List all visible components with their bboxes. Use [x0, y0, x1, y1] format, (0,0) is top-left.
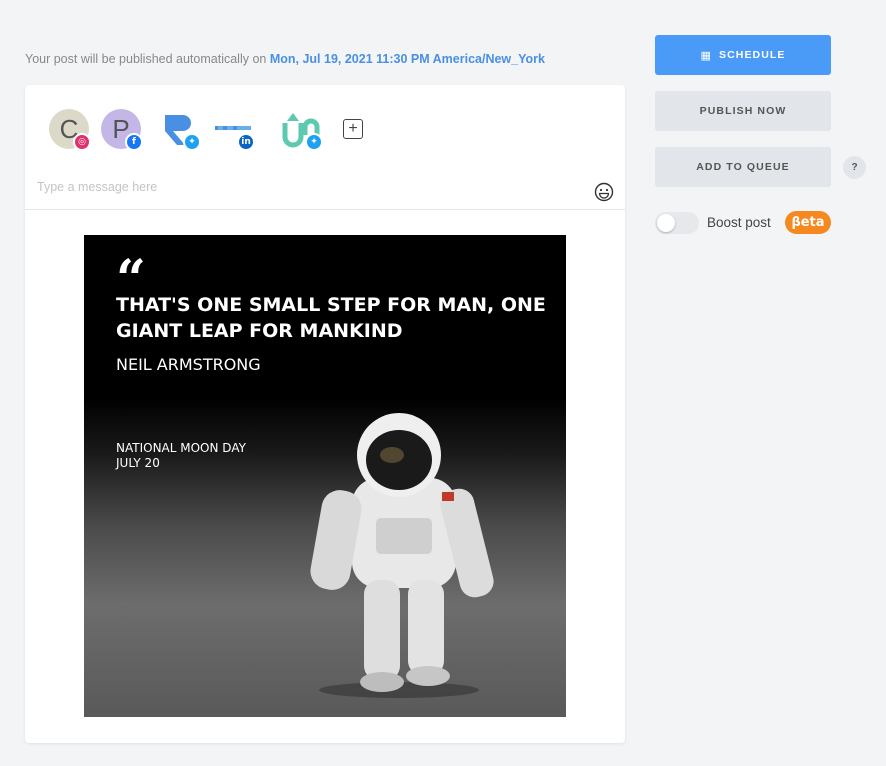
account-avatar-4[interactable]: in: [213, 109, 255, 151]
boost-toggle[interactable]: [655, 212, 699, 234]
calendar-icon: ▦: [700, 48, 712, 62]
account-avatar-3[interactable]: ✦: [159, 109, 201, 151]
publish-now-button[interactable]: PUBLISH NOW: [655, 91, 831, 131]
beta-badge: βeta: [785, 211, 831, 234]
event-label: NATIONAL MOON DAY JULY 20: [116, 441, 246, 471]
account-avatar-1[interactable]: C ◎: [49, 109, 91, 151]
help-button[interactable]: ?: [843, 156, 866, 179]
add-to-queue-button[interactable]: ADD TO QUEUE: [655, 147, 831, 187]
instagram-icon: ◎: [73, 133, 91, 151]
emoji-icon[interactable]: [594, 182, 614, 202]
twitter-icon: ✦: [183, 133, 201, 151]
boost-post-label: Boost post: [707, 215, 771, 230]
quote-author: NEIL ARMSTRONG: [116, 355, 261, 374]
publish-info: Your post will be published automaticall…: [25, 52, 545, 66]
publish-datetime[interactable]: Mon, Jul 19, 2021 11:30 PM America/New_Y…: [270, 52, 545, 66]
schedule-button[interactable]: ▦ SCHEDULE: [655, 35, 831, 75]
linkedin-icon: in: [237, 133, 255, 151]
publish-info-prefix: Your post will be published automaticall…: [25, 52, 267, 66]
event-title: NATIONAL MOON DAY: [116, 441, 246, 455]
toggle-knob: [657, 214, 675, 232]
quote-text: THAT'S ONE SMALL STEP FOR MAN, ONE GIANT…: [116, 294, 546, 342]
add-account-button[interactable]: +: [343, 119, 363, 139]
schedule-label: SCHEDULE: [718, 49, 786, 61]
event-date: JULY 20: [116, 456, 160, 470]
divider: [25, 209, 625, 210]
post-image: “ THAT'S ONE SMALL STEP FOR MAN, ONE GIA…: [84, 235, 566, 717]
message-input[interactable]: Type a message here: [37, 180, 157, 194]
twitter-icon: ✦: [305, 133, 323, 151]
post-editor-card: C ◎ P f ✦ in ✦ + Type a message here “ T…: [25, 85, 625, 743]
astronaut-figure: [310, 413, 494, 698]
account-avatar-5[interactable]: ✦: [281, 109, 323, 151]
facebook-icon: f: [125, 133, 143, 151]
account-avatar-2[interactable]: P f: [101, 109, 143, 151]
